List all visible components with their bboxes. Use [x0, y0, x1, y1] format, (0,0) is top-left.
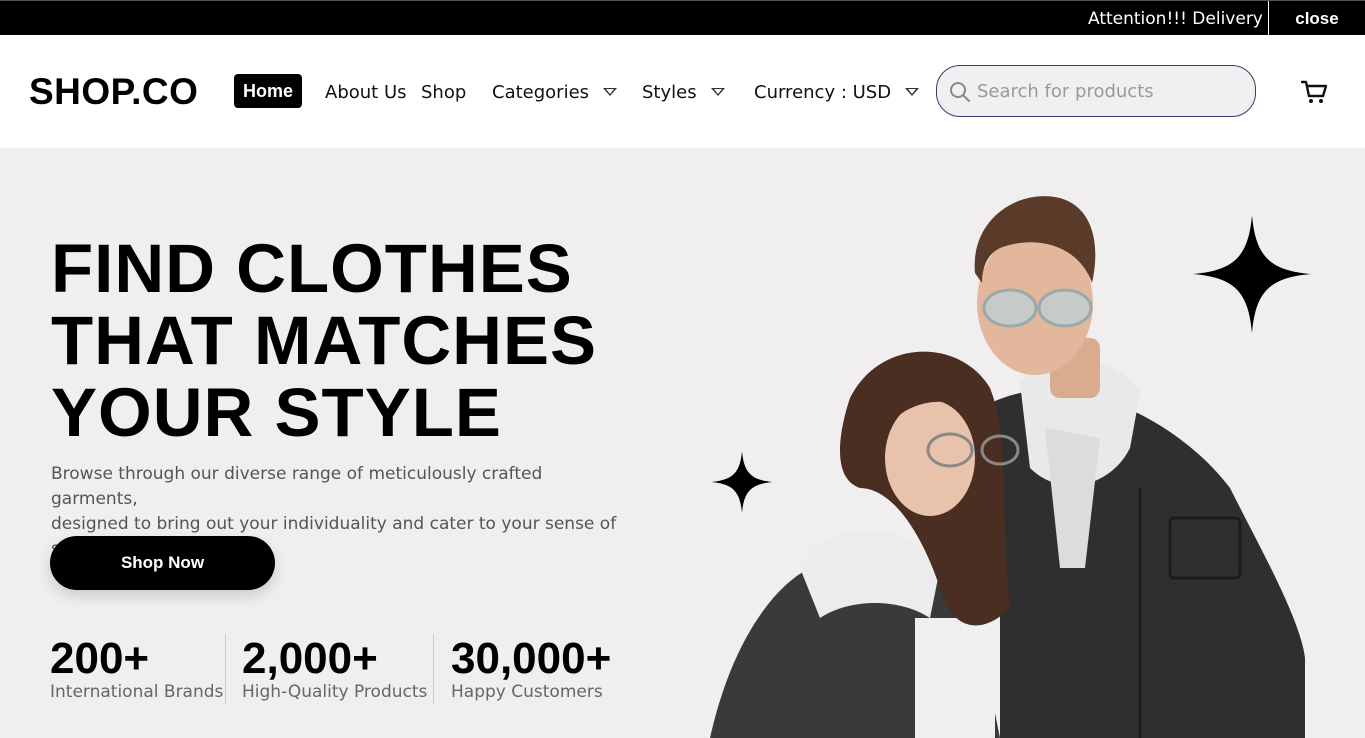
announcement-marquee: Attention!!! Delivery Fee: [1088, 1, 1268, 36]
stat-customers: 30,000+ Happy Customers: [451, 634, 611, 702]
currency-dropdown[interactable]: Currency : USD: [754, 82, 920, 103]
description-line: Browse through our diverse range of meti…: [51, 464, 543, 509]
hero-models-image: [710, 196, 1305, 738]
nav-styles-dropdown[interactable]: Styles: [642, 82, 725, 103]
stat-divider: [225, 634, 226, 704]
shop-now-button[interactable]: Shop Now: [50, 536, 275, 590]
hero-section: FIND CLOTHES THAT MATCHES YOUR STYLE Bro…: [0, 148, 1365, 738]
nav-categories-dropdown[interactable]: Categories: [492, 82, 618, 103]
stat-label: High-Quality Products: [242, 682, 428, 702]
nav-categories-label: Categories: [492, 82, 590, 103]
caret-down-icon: [603, 88, 618, 96]
cart-icon[interactable]: [1301, 79, 1329, 105]
caret-down-icon: [710, 88, 725, 96]
headline-line: YOUR STYLE: [51, 374, 502, 451]
hero-headline: FIND CLOTHES THAT MATCHES YOUR STYLE: [51, 233, 597, 449]
nav-styles-label: Styles: [642, 82, 697, 103]
stat-label: Happy Customers: [451, 682, 603, 702]
headline-line: FIND CLOTHES: [51, 230, 573, 307]
search-icon[interactable]: [949, 81, 971, 103]
caret-down-icon: [905, 88, 920, 96]
site-logo[interactable]: SHOP.CO: [29, 71, 198, 113]
stat-number: 200+: [50, 634, 150, 683]
site-header: SHOP.CO Home About Us Shop Categories St…: [0, 35, 1365, 148]
search-input[interactable]: [977, 78, 1242, 104]
stat-products: 2,000+ High-Quality Products: [242, 634, 427, 702]
stat-number: 2,000+: [242, 634, 378, 683]
nav-shop-link[interactable]: Shop: [421, 82, 466, 103]
stat-label: International Brands: [50, 682, 224, 702]
announcement-bar: Attention!!! Delivery Fee close: [0, 0, 1365, 36]
stat-number: 30,000+: [451, 634, 612, 683]
search-box: [936, 65, 1256, 117]
currency-label: Currency : USD: [754, 82, 892, 103]
stat-brands: 200+ International Brands: [50, 634, 223, 702]
headline-line: THAT MATCHES: [51, 302, 598, 379]
nav-about-link[interactable]: About Us: [325, 82, 407, 103]
announcement-text: Attention!!! Delivery Fee: [1088, 9, 1268, 29]
stat-divider: [433, 634, 434, 704]
close-announcement-button[interactable]: close: [1268, 1, 1365, 36]
nav-home-link[interactable]: Home: [234, 74, 302, 108]
